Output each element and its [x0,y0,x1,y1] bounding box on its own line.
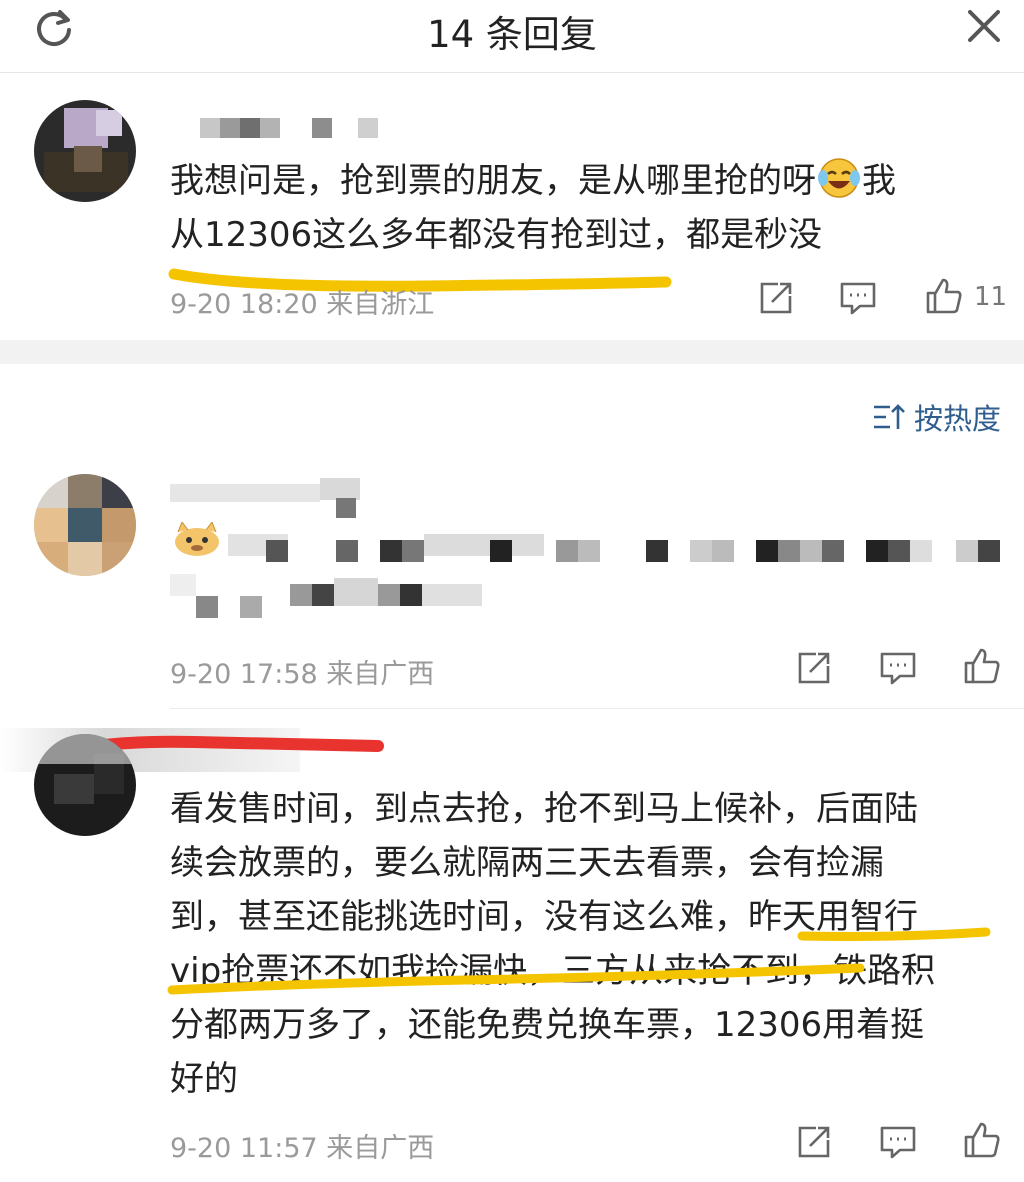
repost-icon[interactable] [794,1122,834,1162]
close-icon[interactable] [962,4,1006,48]
dog-emoji-icon [172,520,222,558]
avatar[interactable] [34,734,136,836]
comment-icon[interactable] [878,648,918,688]
repost-icon[interactable] [756,278,796,318]
censored-content [170,478,1010,618]
like-icon[interactable] [962,1120,1002,1160]
page-title: 14 条回复 [427,13,597,56]
highlight-underline [167,963,865,995]
avatar[interactable] [34,100,136,202]
sort-label: 按热度 [914,402,1002,436]
reply-meta: 9-20 17:58 来自广西 [170,659,435,690]
like-icon[interactable] [962,646,1002,686]
comment-icon[interactable] [838,278,878,318]
reply-meta: 9-20 11:57 来自广西 [170,1133,435,1164]
comment-text: 我想问是，抢到票的朋友，是从哪里抢的呀 我 从12306这么多年都没有抢到过，都… [170,154,1000,262]
sort-icon [874,404,905,429]
like-count: 11 [974,282,1008,312]
avatar[interactable] [34,474,136,576]
comment-meta: 9-20 18:20 来自浙江 [170,289,435,320]
reply-header: 14 条回复 [0,0,1024,73]
comment-icon[interactable] [878,1122,918,1162]
section-separator [0,340,1024,364]
laughing-crying-emoji-icon [816,154,862,200]
username-blurred [200,118,380,138]
like-icon[interactable] [924,276,964,316]
reply-divider [170,708,1024,709]
highlight-underline [797,927,991,941]
repost-icon[interactable] [794,648,834,688]
sort-by-hot-button[interactable]: 按热度 [872,396,1001,438]
